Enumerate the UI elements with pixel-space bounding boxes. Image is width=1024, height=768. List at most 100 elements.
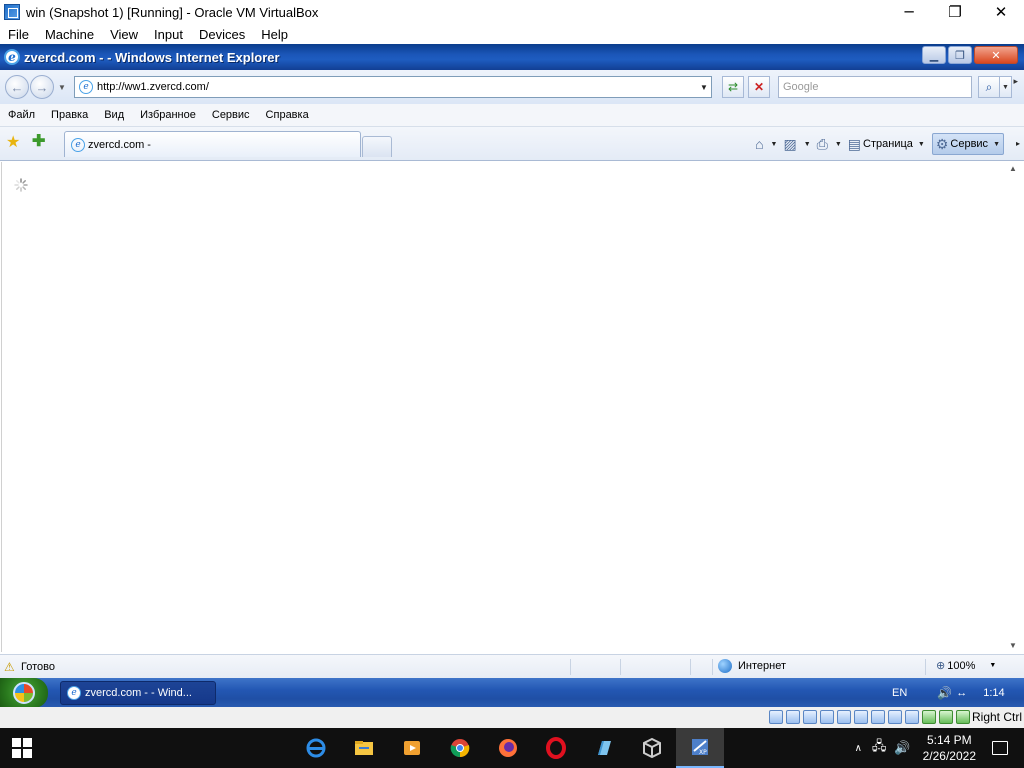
taskbar-item-ie[interactable]: e zvercd.com - - Wind... [60, 681, 216, 705]
guest-clock[interactable]: 1:14 [983, 687, 1004, 699]
host-menu-view[interactable]: View [102, 27, 146, 42]
guest-taskbar: e zvercd.com - - Wind... EN 🔊 ↔ 1:14 [0, 678, 1024, 708]
host-taskbar: XP ∧ 🖧 🔊 5:14 PM 2/26/2022 [0, 728, 1024, 768]
taskbar-media-player-icon[interactable] [388, 728, 436, 768]
mouse-integration-icon[interactable] [939, 710, 953, 724]
host-maximize-button[interactable]: ❐ [932, 0, 978, 24]
taskbar-virtualbox-icon[interactable] [628, 728, 676, 768]
scroll-down-icon[interactable]: ▼ [1009, 641, 1017, 650]
ie-window-title: zvercd.com - - Windows Internet Explorer [24, 49, 280, 65]
ie-menu-tools[interactable]: Сервис [204, 109, 258, 121]
print-button[interactable]: ⎙ ▼ [814, 133, 845, 155]
ie-menu-edit[interactable]: Правка [43, 109, 96, 121]
audio-icon[interactable] [803, 710, 817, 724]
xp-start-button[interactable] [0, 678, 48, 708]
add-favorite-icon[interactable]: ✚ [32, 131, 45, 151]
page-content[interactable] [1, 162, 1007, 652]
ie-close-button[interactable]: ✕ [974, 46, 1018, 64]
ie-menu-help[interactable]: Справка [258, 109, 317, 121]
guest-additions-icon[interactable] [922, 710, 936, 724]
home-icon: ⌂ [755, 136, 764, 152]
tools-menu-button[interactable]: ⚙ Сервис ▼ [931, 133, 1004, 155]
display-icon[interactable] [871, 710, 885, 724]
ie-menu-view[interactable]: Вид [96, 109, 132, 121]
language-indicator[interactable]: EN [892, 687, 907, 699]
home-button[interactable]: ⌂ ▼ [752, 133, 780, 155]
network-icon[interactable]: ↔ [956, 687, 967, 699]
host-menu-devices[interactable]: Devices [191, 27, 253, 42]
host-menu-machine[interactable]: Machine [37, 27, 102, 42]
hdd-icon[interactable] [769, 710, 783, 724]
search-options-dropdown[interactable]: ▼ [1000, 76, 1012, 98]
zoom-control[interactable]: ⊕ 100% ▼ [936, 659, 996, 673]
search-input[interactable]: Google [778, 76, 972, 98]
host-menu-help[interactable]: Help [253, 27, 296, 42]
security-zone[interactable]: Интернет [718, 659, 786, 673]
host-menu-file[interactable]: File [0, 27, 37, 42]
page-menu-button[interactable]: ▤ Страница ▼ [845, 133, 928, 155]
keyboard-capture-icon[interactable] [956, 710, 970, 724]
zoom-level: 100% [947, 659, 976, 672]
pinned-apps: XP [292, 728, 724, 768]
address-dropdown-icon[interactable]: ▼ [697, 83, 711, 92]
show-hidden-icons-icon[interactable]: ∧ [855, 743, 862, 754]
ie-menu-file[interactable]: Файл [0, 109, 43, 121]
rss-icon: ▨ [783, 135, 797, 152]
ie-menu-favorites[interactable]: Избранное [132, 109, 204, 121]
recent-pages-dropdown[interactable]: ▼ [56, 83, 68, 92]
host-title-bar: win (Snapshot 1) [Running] - Oracle VM V… [0, 0, 1024, 24]
zoom-dropdown-icon[interactable]: ▼ [989, 662, 996, 669]
volume-icon[interactable]: 🔊 [894, 740, 910, 756]
vertical-scrollbar[interactable]: ▲ ▼ [1007, 162, 1018, 652]
address-bar[interactable]: e http://ww1.zvercd.com/ ▼ [74, 76, 712, 98]
network-adapter-icon[interactable] [820, 710, 834, 724]
taskbar-vm-xp-icon[interactable]: XP [676, 728, 724, 768]
toolbar-overflow-icon[interactable]: ▸ [1013, 76, 1018, 87]
taskbar-chrome-icon[interactable] [436, 728, 484, 768]
favorites-star-icon[interactable]: ★ [6, 132, 20, 152]
ie-logo-icon: e [4, 49, 20, 65]
feeds-button[interactable]: ▨ ▼ [780, 133, 813, 155]
network-icon[interactable]: 🖧 [872, 737, 887, 759]
address-input[interactable]: http://ww1.zvercd.com/ [97, 81, 697, 93]
command-bar: ⌂ ▼ ▨ ▼ ⎙ ▼ ▤ Страница ▼ ⚙ Сервис ▼ [752, 132, 1004, 156]
host-close-button[interactable]: ✕ [978, 0, 1024, 24]
ie-maximize-button[interactable]: ❐ [948, 46, 972, 64]
back-button[interactable]: ← [5, 75, 29, 99]
scroll-up-icon[interactable]: ▲ [1009, 164, 1017, 173]
volume-icon[interactable]: 🔊 [937, 686, 952, 700]
notifications-icon[interactable] [992, 741, 1008, 755]
guest-screen: e zvercd.com - - Windows Internet Explor… [0, 44, 1024, 708]
host-clock[interactable]: 5:14 PM 2/26/2022 [923, 732, 976, 764]
video-capture-icon[interactable] [888, 710, 902, 724]
status-divider [712, 659, 713, 675]
status-text: Готово [21, 660, 55, 673]
host-date: 2/26/2022 [922, 749, 976, 763]
taskbar-firefox-icon[interactable] [484, 728, 532, 768]
windows-start-icon[interactable] [12, 738, 32, 758]
taskbar-notepad-icon[interactable] [580, 728, 628, 768]
tab-zvercd[interactable]: e zvercd.com - [64, 131, 361, 157]
warning-icon: ⚠ [4, 659, 15, 674]
stop-button[interactable]: ✕ [748, 76, 770, 98]
usb-icon[interactable] [837, 710, 851, 724]
taskbar-opera-icon[interactable] [532, 728, 580, 768]
command-overflow-icon[interactable]: ▸ [1016, 139, 1020, 148]
refresh-button[interactable]: ⇄ [722, 76, 744, 98]
host-minimize-button[interactable]: ─ [886, 0, 932, 24]
taskbar-ie-icon[interactable] [292, 728, 340, 768]
globe-icon [718, 659, 732, 673]
search-icon[interactable]: ⌕ [978, 76, 1000, 98]
loading-spinner-icon [14, 178, 28, 192]
optical-drive-icon[interactable] [786, 710, 800, 724]
new-tab-button[interactable] [362, 136, 392, 157]
taskbar-file-explorer-icon[interactable] [340, 728, 388, 768]
host-menu-input[interactable]: Input [146, 27, 191, 42]
forward-button[interactable]: → [30, 75, 54, 99]
tab-label: zvercd.com - [88, 138, 151, 151]
vbox-status-bar: Right Ctrl [0, 707, 1024, 728]
shared-folders-icon[interactable] [854, 710, 868, 724]
ie-minimize-button[interactable]: ▁ [922, 46, 946, 64]
svg-text:XP: XP [699, 749, 707, 756]
recording-icon[interactable] [905, 710, 919, 724]
